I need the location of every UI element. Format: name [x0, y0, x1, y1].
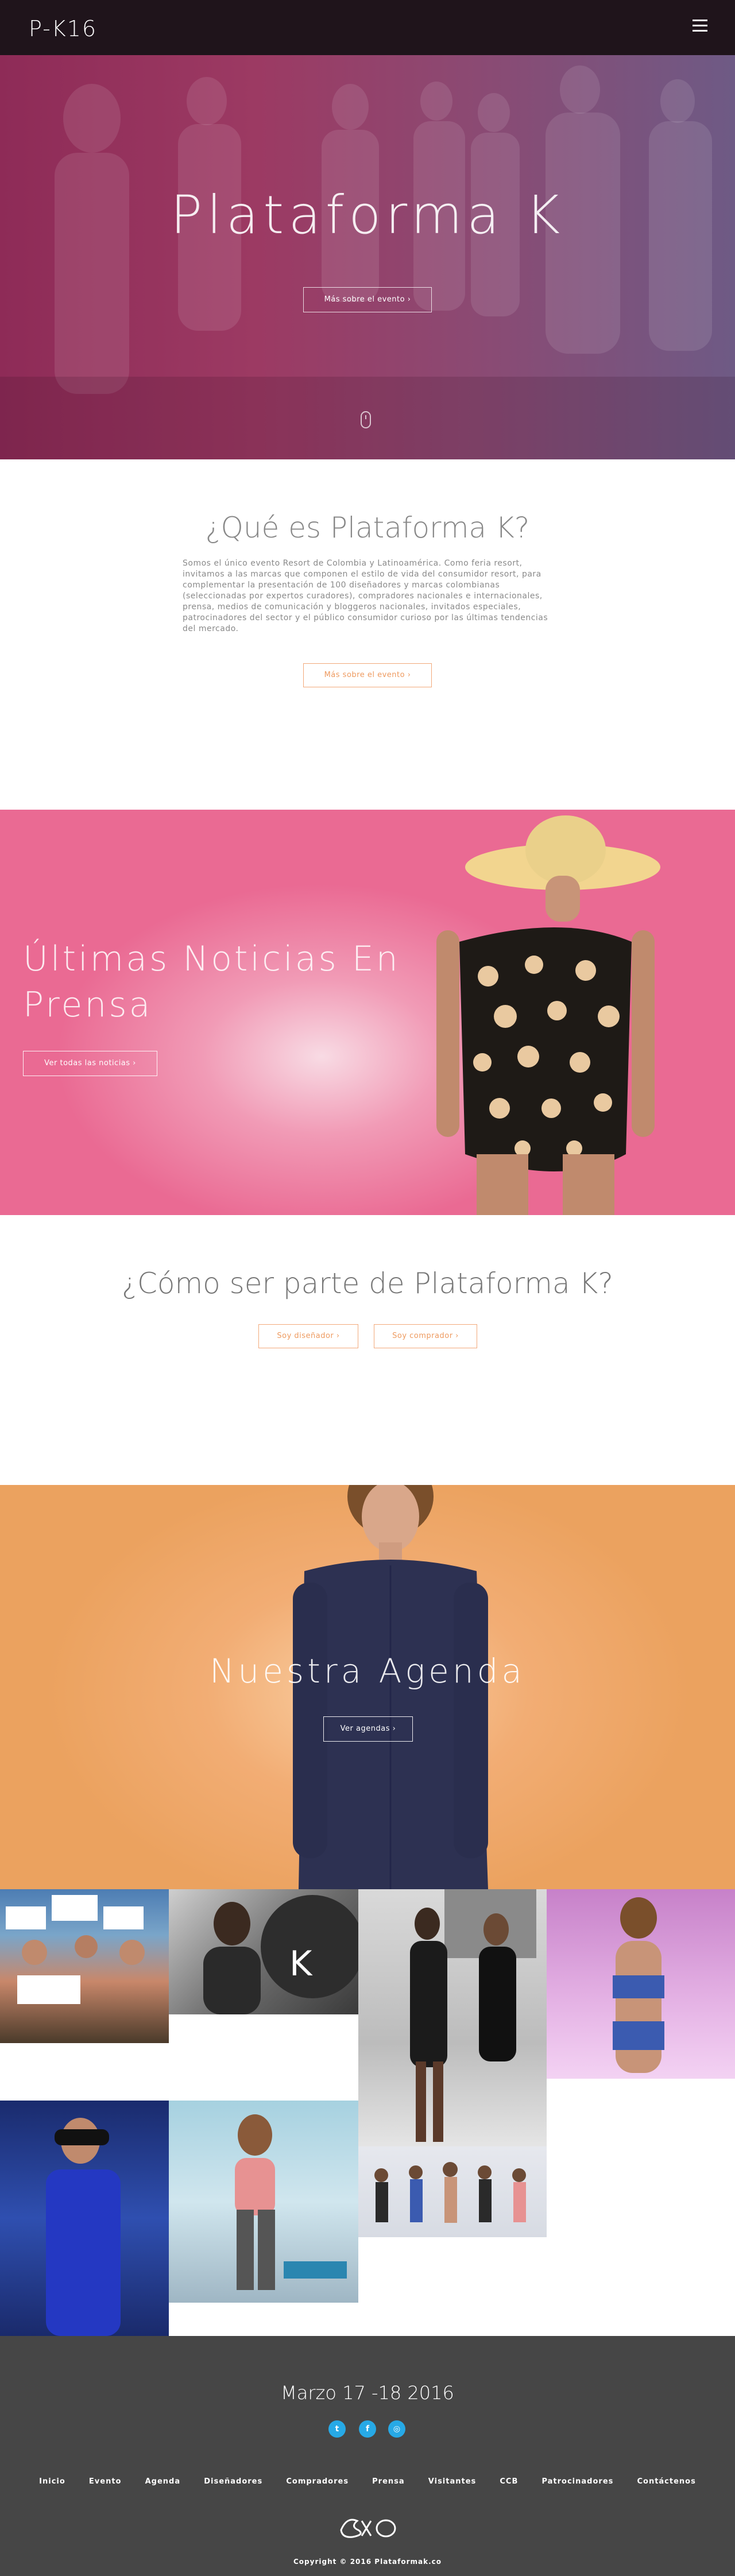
- footer-link-evento[interactable]: Evento: [89, 2477, 122, 2486]
- footer-link-disenadores[interactable]: Diseñadores: [204, 2477, 262, 2486]
- news-section: Últimas Noticias En Prensa Ver todas las…: [0, 810, 735, 1215]
- agenda-section: Nuestra Agenda Ver agendas ›: [0, 1485, 735, 1889]
- designer-button[interactable]: Soy diseñador ›: [258, 1324, 358, 1348]
- agenda-title: Nuestra Agenda: [210, 1651, 525, 1691]
- facebook-icon[interactable]: f: [359, 2420, 376, 2438]
- site-header: P-K16: [0, 0, 735, 55]
- footer-nav: Inicio Evento Agenda Diseñadores Comprad…: [0, 2475, 735, 2486]
- svg-text:K: K: [289, 1944, 313, 1984]
- gallery-image-protest[interactable]: [0, 1889, 169, 2043]
- gallery-image-group[interactable]: [358, 2146, 547, 2237]
- hero-banner: Plataforma K Más sobre el evento ›: [0, 55, 735, 459]
- hamburger-menu-icon[interactable]: [693, 20, 707, 32]
- instagram-icon[interactable]: ◎: [388, 2420, 405, 2438]
- footer-link-agenda[interactable]: Agenda: [145, 2477, 181, 2486]
- event-date: Marzo 17 -18 2016: [281, 2382, 454, 2404]
- join-title: ¿Cómo ser parte de Plataforma K?: [122, 1267, 613, 1300]
- footer-link-visitantes[interactable]: Visitantes: [428, 2477, 477, 2486]
- footer-link-contactenos[interactable]: Contáctenos: [637, 2477, 695, 2486]
- news-title: Últimas Noticias En Prensa: [23, 936, 400, 1028]
- news-title-line1: Últimas Noticias En: [23, 939, 400, 979]
- footer-link-prensa[interactable]: Prensa: [372, 2477, 405, 2486]
- about-description: Somos el único evento Resort de Colombia…: [183, 559, 548, 633]
- gallery-image-runway-blue[interactable]: [0, 2101, 169, 2336]
- gallery-image-runway-black[interactable]: [358, 1889, 547, 2146]
- buyer-button[interactable]: Soy comprador ›: [374, 1324, 477, 1348]
- gallery-image-runway-bikini[interactable]: [547, 1889, 735, 2079]
- footer-link-inicio[interactable]: Inicio: [39, 2477, 65, 2486]
- twitter-icon[interactable]: t: [328, 2420, 346, 2438]
- footer-brand-logo: [340, 2519, 396, 2538]
- about-title: ¿Qué es Plataforma K?: [205, 511, 530, 544]
- footer-link-ccb[interactable]: CCB: [500, 2477, 518, 2486]
- gallery-image-fitness[interactable]: [169, 2101, 358, 2303]
- view-agendas-button[interactable]: Ver agendas ›: [323, 1716, 413, 1742]
- all-news-button[interactable]: Ver todas las noticias ›: [23, 1051, 157, 1076]
- footer-link-patrocinadores[interactable]: Patrocinadores: [541, 2477, 613, 2486]
- hero-runway-photo: [0, 65, 735, 459]
- site-logo[interactable]: P-K16: [29, 16, 97, 41]
- hero-title: Plataforma K: [170, 184, 565, 246]
- gallery-image-speaker[interactable]: K: [169, 1889, 358, 2014]
- mouse-scroll-icon[interactable]: [361, 411, 371, 428]
- about-more-event-button[interactable]: Más sobre el evento ›: [303, 663, 432, 687]
- site-footer: Marzo 17 -18 2016 t f ◎ Inicio Evento Ag…: [0, 2336, 735, 2576]
- copyright: Copyright © 2016 Plataformak.co: [293, 2558, 442, 2566]
- footer-link-compradores[interactable]: Compradores: [286, 2477, 349, 2486]
- news-title-line2: Prensa: [23, 985, 153, 1025]
- hero-more-event-button[interactable]: Más sobre el evento ›: [303, 287, 432, 312]
